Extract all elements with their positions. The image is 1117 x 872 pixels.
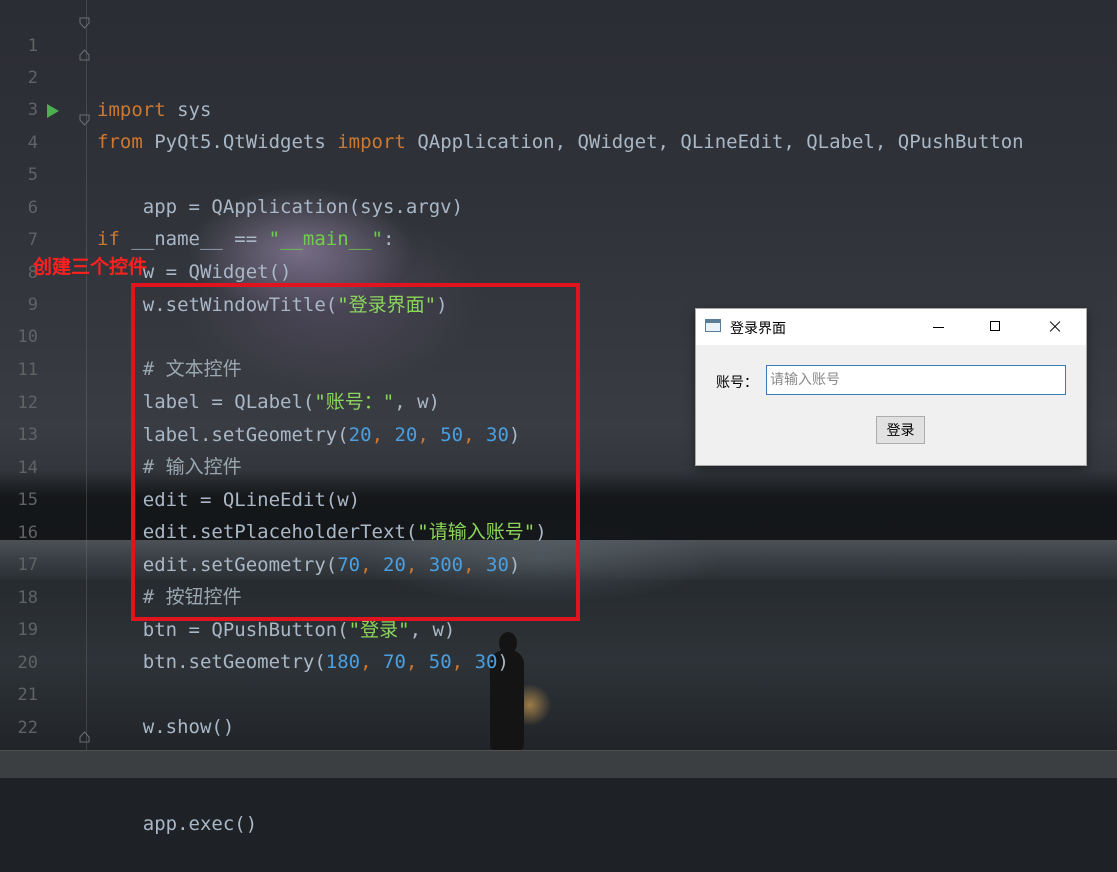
login-button[interactable]: 登录 [876,416,925,444]
code-line-21: 21 w.show() [0,647,1117,738]
code-line-22: 22 [0,680,1117,738]
annotation-box [131,283,580,621]
account-input[interactable] [766,365,1066,395]
code-line-6: 6 [0,160,1117,218]
fold-marker-icon[interactable] [79,104,90,126]
window-titlebar[interactable]: 登录界面 [696,309,1086,345]
run-icon[interactable] [47,104,59,118]
account-label: 账号： [716,375,758,391]
annotation-label: 创建三个控件 [33,256,148,278]
status-bar [0,750,1117,778]
code-line-23: 23 app.exec() [0,712,1117,835]
code-line-4: 4 if __name__ == "__main__": [0,95,1117,250]
code-line-3: 3 [0,62,1117,120]
fold-end-icon[interactable] [79,39,90,61]
code-line-2: 2 from PyQt5.QtWidgets import QApplicati… [0,30,1117,153]
minimize-icon[interactable] [916,309,962,345]
fold-marker-icon[interactable] [79,7,90,29]
maximize-icon[interactable] [973,309,1019,345]
code-line-7: 7 w = QWidget() [0,192,1117,283]
window-app-icon [705,319,721,332]
code-line-1: 1 import sys [0,0,1117,121]
code-token: app.exec() [97,813,258,835]
login-window: 登录界面 账号： 登录 [696,309,1086,465]
close-icon[interactable] [1032,309,1078,345]
code-line-8: 8 w.setWindowTitle("登录界面") [0,225,1117,316]
window-title: 登录界面 [730,321,786,337]
fold-end-icon[interactable] [79,721,90,743]
code-line-5: 5 app = QApplication(sys.argv) [0,127,1117,218]
